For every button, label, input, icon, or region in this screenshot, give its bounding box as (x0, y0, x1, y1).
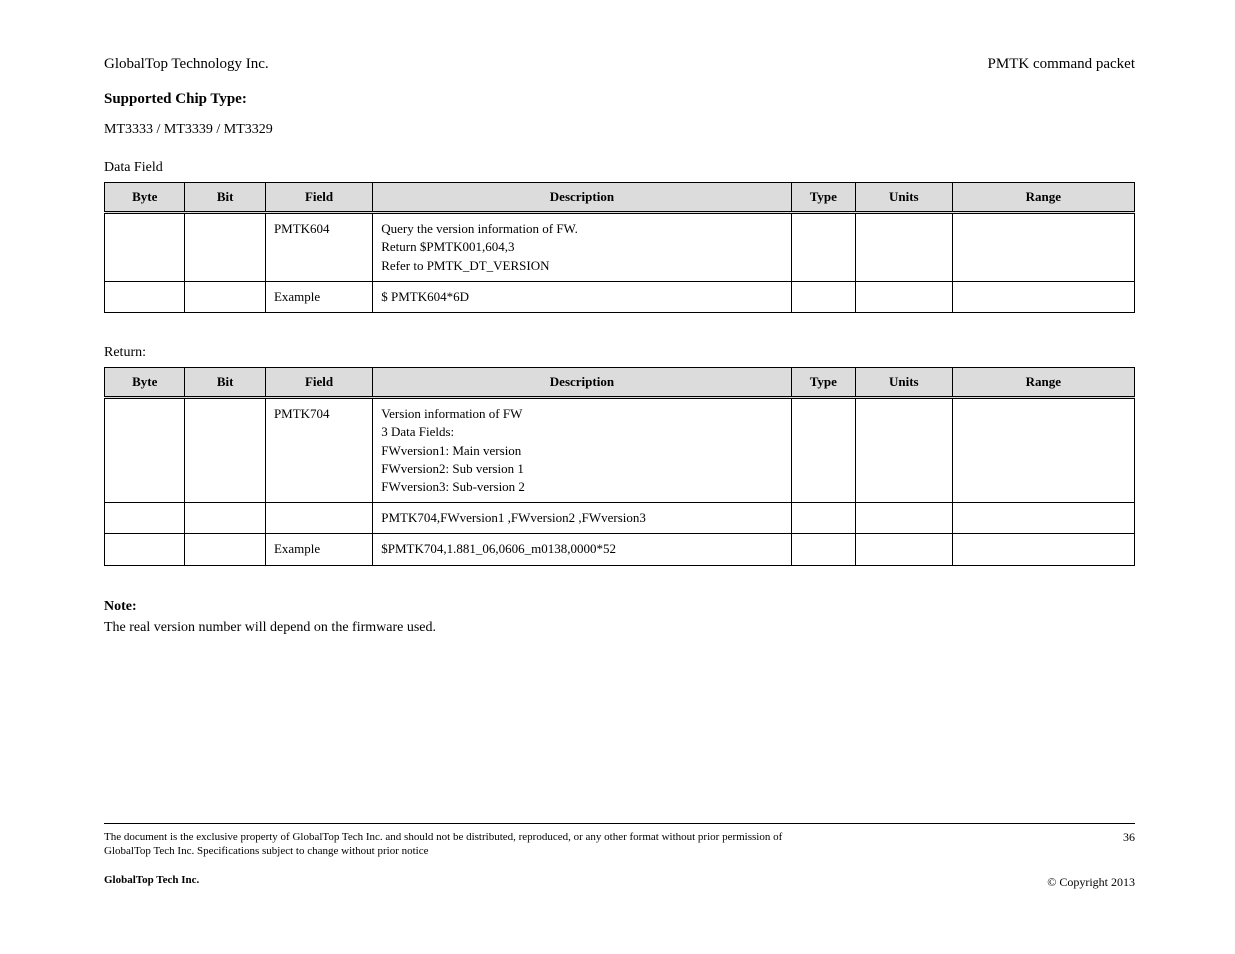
col-desc: Description (373, 368, 791, 398)
table-cell (105, 398, 185, 503)
col-range: Range (952, 183, 1134, 213)
table-cell: Example (265, 281, 372, 312)
table-cell: Query the version information of FW.Retu… (373, 213, 791, 282)
col-type: Type (791, 368, 855, 398)
supported-chip-title: Supported Chip Type: (104, 91, 1135, 108)
header-left: GlobalTop Technology Inc. (104, 56, 269, 73)
table-header-row: Byte Bit Field Description Type Units Ra… (105, 183, 1135, 213)
table-cell (105, 503, 185, 534)
table-cell: Version information of FW3 Data Fields:F… (373, 398, 791, 503)
table-cell (185, 398, 265, 503)
footer-page: 36 (1123, 830, 1135, 844)
table-cell (952, 398, 1134, 503)
table-cell (185, 534, 265, 565)
table-cell (856, 281, 953, 312)
table-cell: $ PMTK604*6D (373, 281, 791, 312)
table-cell: Example (265, 534, 372, 565)
table-cell (185, 213, 265, 282)
table-cell (856, 213, 953, 282)
table-header-row: Byte Bit Field Description Type Units Ra… (105, 368, 1135, 398)
table2-caption: Return: (104, 345, 1135, 361)
page-header: GlobalTop Technology Inc. PMTK command p… (104, 56, 1135, 73)
table-cell: $PMTK704,1.881_06,0606_m0138,0000*52 (373, 534, 791, 565)
col-range: Range (952, 368, 1134, 398)
table-cell (105, 213, 185, 282)
table-row: PMTK604Query the version information of … (105, 213, 1135, 282)
table-row: PMTK704Version information of FW3 Data F… (105, 398, 1135, 503)
col-desc: Description (373, 183, 791, 213)
footer-company: GlobalTop Tech Inc. (104, 874, 199, 886)
table-cell (791, 503, 855, 534)
col-byte: Byte (105, 368, 185, 398)
table-cell: PMTK704 (265, 398, 372, 503)
table-cell (791, 281, 855, 312)
table-cell (952, 503, 1134, 534)
table-cell (265, 503, 372, 534)
data-field-table: Byte Bit Field Description Type Units Ra… (104, 182, 1135, 313)
notes-body: The real version number will depend on t… (104, 617, 1135, 638)
table-cell (952, 281, 1134, 312)
col-byte: Byte (105, 183, 185, 213)
table-cell: PMTK604 (265, 213, 372, 282)
table-cell (856, 534, 953, 565)
supported-chip-body: MT3333 / MT3339 / MT3329 (104, 122, 1135, 138)
table-cell (105, 534, 185, 565)
col-units: Units (856, 183, 953, 213)
table-cell (791, 534, 855, 565)
col-field: Field (265, 183, 372, 213)
table-row: Example$PMTK704,1.881_06,0606_m0138,0000… (105, 534, 1135, 565)
table-row: Example$ PMTK604*6D (105, 281, 1135, 312)
table-cell (856, 503, 953, 534)
supported-chip-block: Supported Chip Type: MT3333 / MT3339 / M… (104, 91, 1135, 138)
table-cell (952, 534, 1134, 565)
table-cell (952, 213, 1134, 282)
footer-copyright: © Copyright 2013 (1047, 875, 1135, 889)
notes-block: Note: The real version number will depen… (104, 596, 1135, 638)
table-cell (185, 503, 265, 534)
col-type: Type (791, 183, 855, 213)
col-field: Field (265, 368, 372, 398)
page-footer: The document is the exclusive property o… (104, 823, 1135, 890)
return-table: Byte Bit Field Description Type Units Ra… (104, 367, 1135, 566)
table-cell (185, 281, 265, 312)
table-cell: PMTK704,FWversion1 ,FWversion2 ,FWversio… (373, 503, 791, 534)
col-bit: Bit (185, 368, 265, 398)
notes-title: Note: (104, 596, 1135, 617)
table-cell (856, 398, 953, 503)
header-right: PMTK command packet (988, 56, 1135, 73)
table1-caption: Data Field (104, 160, 1135, 176)
col-bit: Bit (185, 183, 265, 213)
col-units: Units (856, 368, 953, 398)
table-cell (791, 398, 855, 503)
table-row: PMTK704,FWversion1 ,FWversion2 ,FWversio… (105, 503, 1135, 534)
footer-doc: The document is the exclusive property o… (104, 831, 782, 857)
table-cell (105, 281, 185, 312)
table-cell (791, 213, 855, 282)
